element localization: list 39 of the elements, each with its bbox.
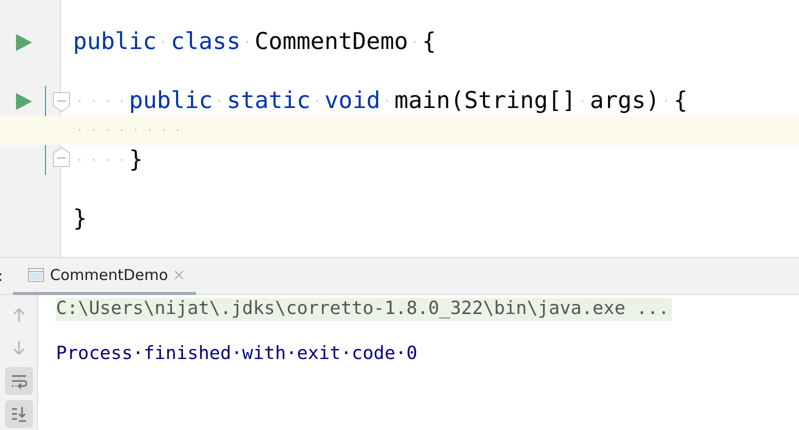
code-text: CommentDemo xyxy=(254,28,408,56)
whitespace-marker: · xyxy=(158,34,171,49)
whitespace-marker: · xyxy=(312,94,325,108)
whitespace-marker: · xyxy=(214,94,227,108)
whitespace-marker: · xyxy=(662,94,674,108)
whitespace-marker: · xyxy=(410,34,422,49)
code-keyword: class xyxy=(170,28,241,56)
fold-icon[interactable] xyxy=(53,92,70,112)
whitespace-marker: ···· xyxy=(75,94,129,108)
code-keyword: public xyxy=(129,87,213,114)
down-arrow-icon xyxy=(10,340,26,356)
whitespace-marker: · xyxy=(578,94,590,108)
close-icon[interactable] xyxy=(174,270,184,280)
run-tab[interactable]: CommentDemo xyxy=(13,258,196,295)
whitespace-marker: · xyxy=(242,34,255,49)
run-icon[interactable] xyxy=(16,93,32,110)
whitespace-marker: · xyxy=(382,94,394,108)
code-keyword: public xyxy=(73,28,157,56)
code-text: { xyxy=(674,87,688,114)
code-text: } xyxy=(73,205,87,232)
whitespace-marker: ········ xyxy=(75,123,185,138)
panel-label: : xyxy=(0,267,4,285)
scroll-to-end-icon xyxy=(10,406,26,422)
console-icon xyxy=(28,268,44,282)
soft-wrap-button[interactable] xyxy=(4,367,32,395)
code-keyword: static xyxy=(226,87,311,114)
code-keyword: void xyxy=(324,87,380,114)
whitespace-marker: ···· xyxy=(75,152,129,167)
up-arrow-icon xyxy=(10,307,26,323)
run-icon[interactable] xyxy=(16,34,32,51)
scroll-to-end-button[interactable] xyxy=(4,400,32,428)
fold-icon[interactable] xyxy=(53,147,70,167)
code-text: args) xyxy=(590,87,660,114)
code-text: main(String[] xyxy=(394,87,576,114)
command-line-text: C:\Users\nijat\.jdks\corretto-1.8.0_322\bin\java.exe ... xyxy=(56,298,672,320)
console-text: Process·finished·with·exit·code·0 xyxy=(56,343,418,366)
code-text: { xyxy=(422,28,436,56)
soft-wrap-icon xyxy=(10,373,26,389)
code-text: } xyxy=(129,146,143,174)
